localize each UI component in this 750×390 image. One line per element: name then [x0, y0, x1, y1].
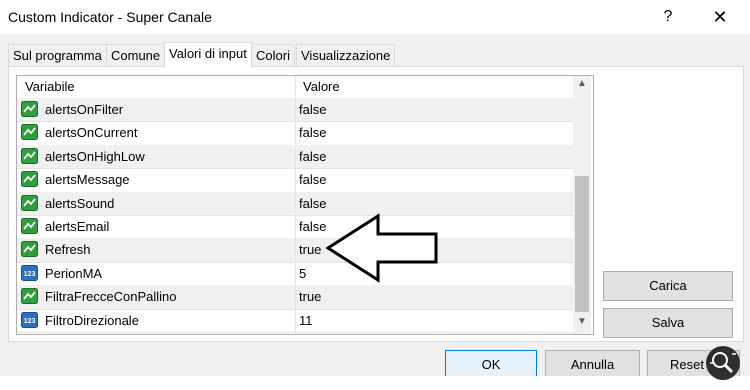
variable-value[interactable]: false [299, 168, 326, 191]
zoom-icon[interactable] [706, 346, 740, 380]
variable-name: Refresh [45, 242, 91, 258]
grid-header: Variabile Valore [17, 76, 573, 99]
table-row[interactable]: 123 PerionMA 5 [17, 261, 573, 287]
bool-icon [21, 194, 38, 211]
column-separator [295, 308, 296, 332]
variable-value[interactable]: 11 [299, 309, 313, 332]
table-row[interactable]: alertsSound false [17, 191, 573, 216]
column-separator [295, 144, 296, 168]
bool-icon [21, 124, 38, 141]
scroll-up-icon[interactable]: ▲ [573, 78, 591, 94]
scroll-down-icon[interactable]: ▼ [573, 316, 591, 332]
table-row[interactable]: Refresh true [17, 238, 573, 263]
variable-name: alertsSound [45, 195, 115, 211]
variable-value[interactable]: false [299, 98, 326, 121]
table-row[interactable]: alertsOnHighLow false [17, 144, 573, 170]
tab-colori[interactable]: Colori [251, 44, 295, 66]
bool-icon [21, 218, 38, 234]
vertical-scrollbar[interactable]: ▲ ▼ [573, 76, 591, 334]
column-separator [295, 98, 296, 121]
table-row[interactable]: FiltraFrecceConPallino true [17, 285, 573, 310]
variable-value[interactable]: true [299, 285, 321, 308]
column-separator [295, 238, 296, 262]
variable-value[interactable]: 5 [299, 262, 306, 285]
background-chart-strip [0, 376, 750, 390]
table-row[interactable]: 123 FiltroDirezionale 11 [17, 308, 573, 333]
variable-name: alertsOnHighLow [45, 148, 145, 164]
column-separator [295, 261, 296, 285]
column-separator [295, 121, 296, 145]
title-bar: Custom Indicator - Super Canale ? ✕ [0, 0, 750, 34]
svg-text:123: 123 [24, 271, 36, 278]
variable-name: alertsMessage [45, 172, 130, 188]
tab-comune[interactable]: Comune [106, 44, 166, 66]
window-title: Custom Indicator - Super Canale [8, 9, 212, 25]
table-row[interactable]: alertsOnFilter false [17, 98, 573, 123]
variable-value[interactable]: true [299, 238, 321, 261]
column-separator [295, 215, 296, 238]
inputs-grid[interactable]: Variabile Valore alertsOnFilter false aler… [16, 75, 594, 335]
bool-icon [21, 288, 38, 305]
bool-icon [21, 101, 38, 117]
int-icon: 123 [21, 264, 38, 281]
header-value[interactable]: Valore [295, 76, 340, 98]
column-separator [295, 168, 296, 192]
tab-visualizzazione[interactable]: Visualizzazione [296, 44, 396, 66]
save-button[interactable]: Salva [603, 308, 733, 338]
variable-name: alertsOnCurrent [45, 125, 138, 141]
variable-value[interactable]: false [299, 192, 326, 215]
header-variable[interactable]: Variabile [17, 76, 75, 98]
svg-text:123: 123 [24, 318, 36, 325]
variable-value[interactable]: false [299, 145, 326, 168]
column-separator [295, 285, 296, 309]
variable-name: alertsOnFilter [45, 102, 124, 117]
scroll-thumb[interactable] [575, 176, 589, 312]
bool-icon [21, 241, 38, 258]
tab-valori-di-input[interactable]: Valori di input [164, 42, 252, 67]
bool-icon [21, 171, 38, 188]
arrow-icon [326, 213, 438, 283]
tab-sul-programma[interactable]: Sul programma [8, 44, 107, 66]
variable-name: alertsEmail [45, 219, 110, 234]
variable-name: PerionMA [45, 265, 103, 281]
variable-name: FiltroDirezionale [45, 312, 139, 328]
variable-value[interactable]: false [299, 215, 326, 238]
table-row[interactable]: alertsMessage false [17, 168, 573, 193]
variable-value[interactable]: false [299, 121, 326, 144]
bool-icon [21, 147, 38, 164]
variable-name: FiltraFrecceConPallino [45, 289, 177, 305]
int-icon: 123 [21, 311, 38, 328]
table-row[interactable]: alertsEmail false [17, 215, 573, 240]
table-row[interactable]: alertsOnCurrent false [17, 121, 573, 146]
close-button[interactable]: ✕ [702, 4, 738, 30]
column-separator [295, 191, 296, 215]
load-button[interactable]: Carica [603, 271, 733, 301]
help-button[interactable]: ? [650, 4, 686, 30]
